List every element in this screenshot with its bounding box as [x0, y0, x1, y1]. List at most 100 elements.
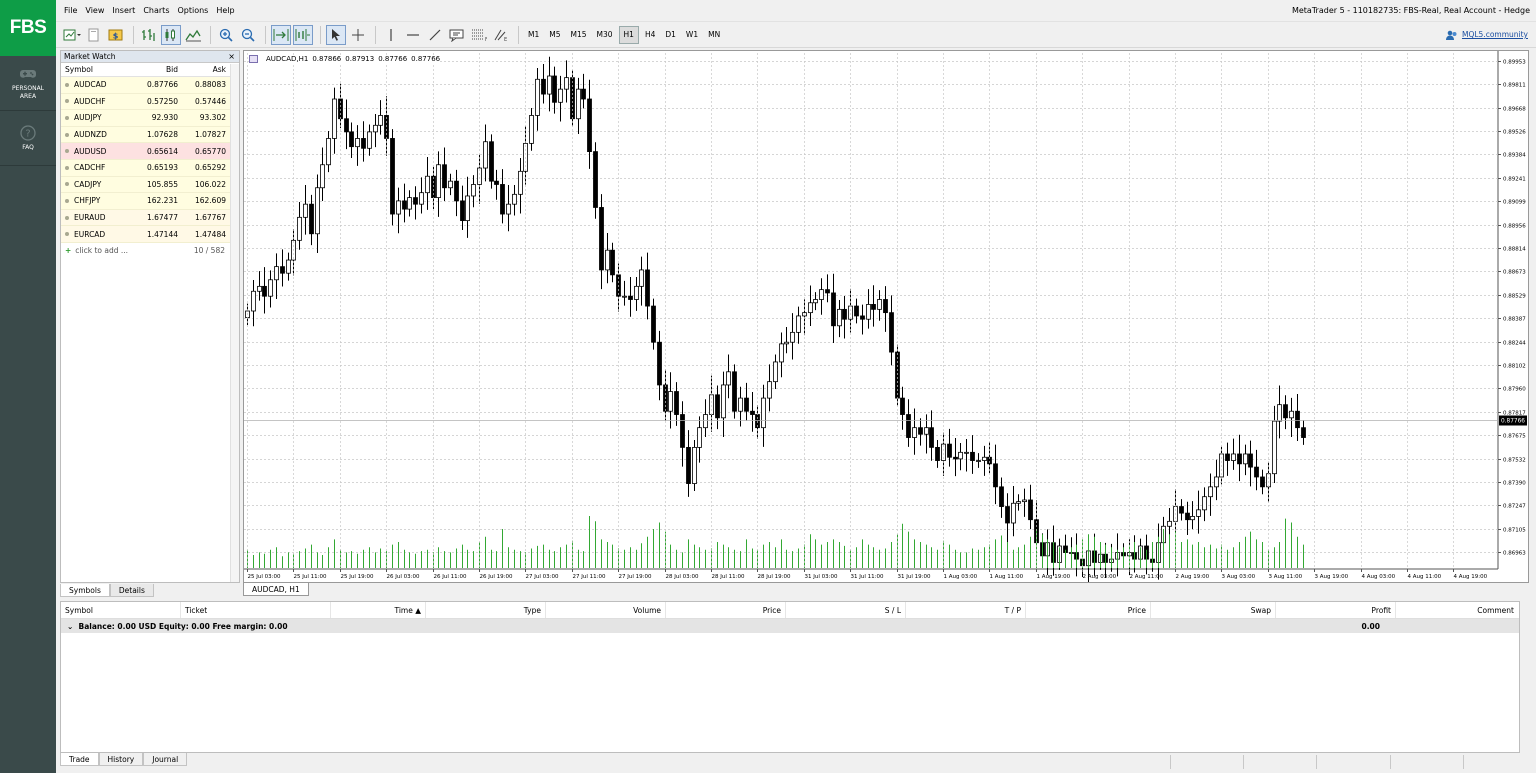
- x-tick-label: 31 Jul 11:00: [851, 574, 884, 580]
- sidebar-item-personal-area[interactable]: PERSONAL AREA: [0, 56, 56, 111]
- market-watch-row[interactable]: AUDJPY 92.930 93.302: [61, 110, 239, 127]
- menu-help[interactable]: Help: [212, 6, 238, 15]
- timeframe-h1[interactable]: H1: [618, 25, 639, 44]
- shapes-icon[interactable]: E: [491, 25, 511, 45]
- market-watch-row[interactable]: EURCAD 1.47144 1.47484: [61, 226, 239, 243]
- column-header-symbol[interactable]: Symbol: [61, 602, 181, 618]
- menu-options[interactable]: Options: [173, 6, 212, 15]
- profiles-icon[interactable]: [84, 25, 104, 45]
- bar-chart-icon[interactable]: [139, 25, 159, 45]
- mql5-community-link[interactable]: MQL5.community: [1445, 29, 1528, 41]
- candle-body-bullish: [465, 195, 470, 222]
- column-header-volume[interactable]: Volume: [546, 602, 666, 618]
- market-watch-row[interactable]: AUDNZD 1.07628 1.07827: [61, 126, 239, 144]
- market-watch-row[interactable]: CHFJPY 162.231 162.609: [61, 193, 239, 210]
- market-watch-row[interactable]: AUDUSD 0.65614 0.65770: [61, 143, 239, 160]
- timeframe-m5[interactable]: M5: [545, 26, 564, 44]
- status-cell: [1243, 755, 1316, 769]
- y-tick-label: 0.88387: [1503, 317, 1526, 323]
- symbol-cell: CADCHF: [61, 163, 125, 172]
- candle-body-bullish: [355, 138, 360, 148]
- close-icon[interactable]: ×: [228, 52, 235, 61]
- timeframe-m15[interactable]: M15: [567, 26, 591, 44]
- column-header-type[interactable]: Type: [426, 602, 546, 618]
- vertical-line-icon[interactable]: [381, 25, 401, 45]
- chart-shift-icon[interactable]: [293, 24, 313, 45]
- horizontal-line-icon[interactable]: [403, 25, 423, 45]
- tab-trade[interactable]: Trade: [60, 753, 99, 766]
- menu-charts[interactable]: Charts: [139, 6, 173, 15]
- column-header-ask[interactable]: Ask: [181, 65, 231, 74]
- market-watch-row[interactable]: EURAUD 1.67477 1.67767: [61, 209, 239, 227]
- candle-body-bearish: [906, 414, 911, 438]
- column-header-swap[interactable]: Swap: [1151, 602, 1276, 618]
- chart-tabs: AUDCAD, H1: [243, 583, 1529, 597]
- tab-details[interactable]: Details: [109, 584, 154, 597]
- status-dot-icon: [65, 232, 69, 237]
- auto-scroll-icon[interactable]: [271, 24, 291, 45]
- market-watch-scrollbar[interactable]: [230, 64, 239, 582]
- fbs-logo[interactable]: FBS: [0, 0, 56, 56]
- toolbar-separator: [518, 25, 519, 44]
- menu-view[interactable]: View: [81, 6, 108, 15]
- column-header-time[interactable]: Time ▲: [331, 602, 426, 618]
- toolbar-separator: [320, 25, 321, 44]
- crosshair-icon[interactable]: [348, 25, 368, 45]
- tab-history[interactable]: History: [98, 753, 144, 766]
- column-header-comment[interactable]: Comment: [1396, 602, 1518, 618]
- candle-body-bullish: [1214, 476, 1219, 488]
- line-chart-icon[interactable]: [183, 25, 203, 45]
- candle-body-bullish: [1011, 502, 1016, 524]
- column-header-price[interactable]: Price: [666, 602, 786, 618]
- timeframe-h4[interactable]: H4: [641, 26, 659, 44]
- market-watch-row[interactable]: AUDCAD 0.87766 0.88083: [61, 77, 239, 94]
- column-header-tp[interactable]: T / P: [906, 602, 1026, 618]
- sidebar-item-faq[interactable]: ? FAQ: [0, 111, 56, 166]
- column-header-current-price[interactable]: Price: [1026, 602, 1151, 618]
- add-symbol-row[interactable]: + click to add ... 10 / 582: [61, 242, 239, 259]
- candlestick-chart[interactable]: 0.89953 0.89811 0.89668 0.89526 0.89384 0.892…: [244, 51, 1528, 582]
- zoom-out-icon[interactable]: [238, 25, 258, 45]
- column-header-bid[interactable]: Bid: [125, 65, 181, 74]
- status-cell: [1316, 755, 1389, 769]
- market-watch-row[interactable]: CADCHF 0.65193 0.65292: [61, 159, 239, 177]
- candle-body-bearish: [918, 427, 923, 435]
- timeframe-mn[interactable]: MN: [704, 26, 724, 44]
- market-watch-row[interactable]: CADJPY 105.855 106.022: [61, 176, 239, 194]
- trade-table-header: Symbol Ticket Time ▲ Type Volume Price S…: [61, 602, 1519, 619]
- candle-body-bullish: [535, 78, 540, 116]
- cursor-icon[interactable]: [326, 24, 346, 45]
- candle-body-bullish: [639, 269, 644, 287]
- symbol-cell: CADJPY: [61, 180, 125, 189]
- candle-body-bullish: [668, 391, 673, 412]
- market-watch-icon[interactable]: $: [106, 25, 126, 45]
- chart-window[interactable]: 0.89953 0.89811 0.89668 0.89526 0.89384 0.892…: [243, 50, 1529, 583]
- x-tick-label: 1 Aug 19:00: [1037, 574, 1071, 580]
- column-header-sl[interactable]: S / L: [786, 602, 906, 618]
- question-icon: ?: [20, 125, 36, 141]
- candlestick-chart-icon[interactable]: [161, 24, 181, 45]
- trendline-icon[interactable]: [425, 25, 445, 45]
- zoom-in-icon[interactable]: [216, 25, 236, 45]
- fibonacci-icon[interactable]: F: [469, 25, 489, 45]
- menu-file[interactable]: File: [56, 6, 81, 15]
- market-watch-row[interactable]: AUDCHF 0.57250 0.57446: [61, 93, 239, 111]
- balance-row[interactable]: ⌄ Balance: 0.00 USD Equity: 0.00 Free ma…: [61, 619, 1519, 633]
- tab-journal[interactable]: Journal: [143, 753, 188, 766]
- column-header-ticket[interactable]: Ticket: [181, 602, 331, 618]
- text-label-icon[interactable]: [447, 25, 467, 45]
- column-header-symbol[interactable]: Symbol: [61, 65, 125, 74]
- tab-audcad-h1[interactable]: AUDCAD, H1: [243, 583, 309, 596]
- menu-insert[interactable]: Insert: [108, 6, 139, 15]
- x-tick-label: 27 Jul 11:00: [573, 574, 606, 580]
- new-chart-button[interactable]: [62, 25, 82, 45]
- candle-body-bullish: [518, 170, 523, 195]
- candle-body-bullish: [1208, 486, 1213, 498]
- timeframe-d1[interactable]: D1: [661, 26, 680, 44]
- bid-cell: 162.231: [146, 196, 178, 206]
- timeframe-w1[interactable]: W1: [682, 26, 702, 44]
- tab-symbols[interactable]: Symbols: [60, 584, 110, 597]
- timeframe-m30[interactable]: M30: [593, 26, 617, 44]
- timeframe-m1[interactable]: M1: [524, 26, 543, 44]
- column-header-profit[interactable]: Profit: [1276, 602, 1396, 618]
